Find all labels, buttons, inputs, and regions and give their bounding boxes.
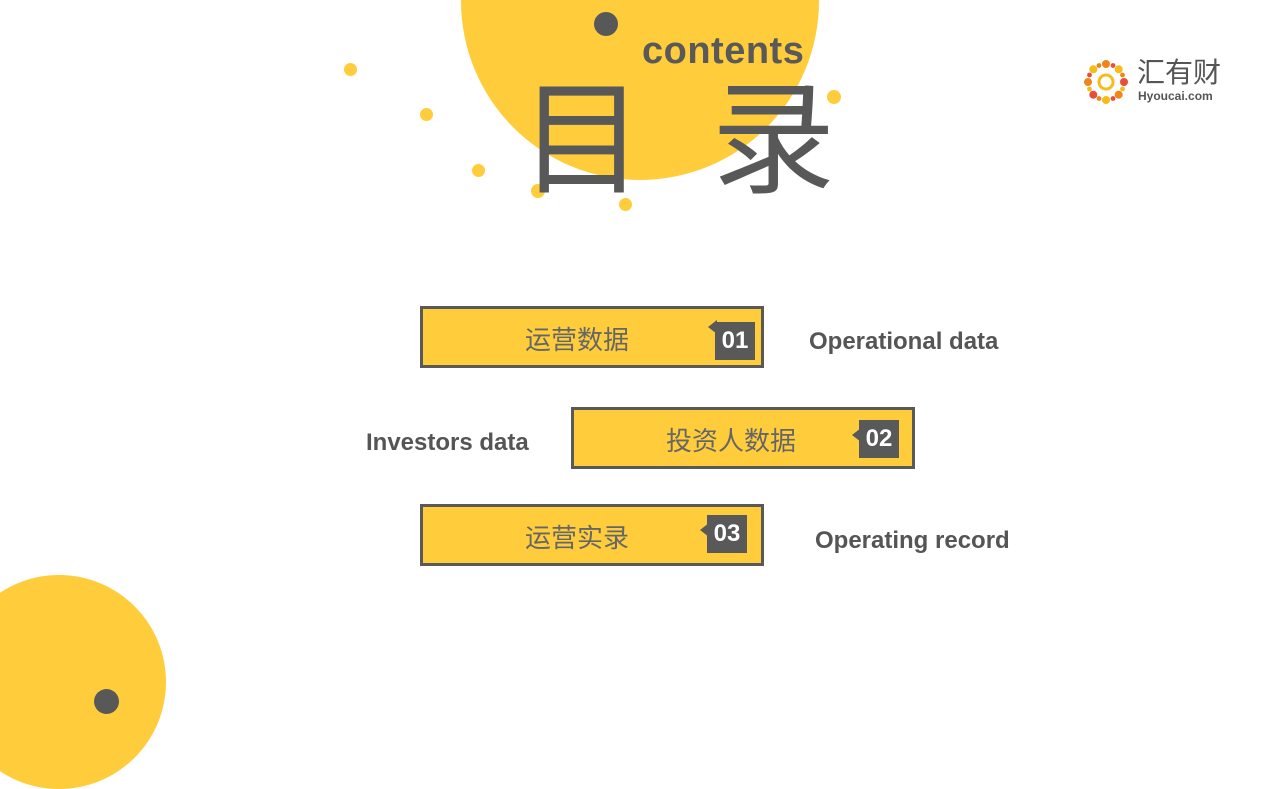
brand-name: 汇有财 — [1137, 57, 1222, 88]
number-badge: 02 — [859, 420, 899, 458]
menu-item-label: 运营实录 — [525, 523, 630, 553]
menu-item-label: 运营数据 — [525, 325, 630, 355]
menu-item-operating-record[interactable]: 运营实录 03 — [420, 504, 764, 566]
menu-item-english-label: Operational data — [809, 328, 999, 355]
decorative-dark-dot — [594, 12, 618, 36]
decorative-yellow-circle-bottom — [0, 575, 166, 789]
decorative-yellow-dot — [420, 108, 433, 121]
menu-item-operational-data[interactable]: 运营数据 01 — [420, 306, 764, 368]
number-badge: 01 — [715, 322, 755, 360]
decorative-yellow-dot — [344, 63, 357, 76]
sun-flower-logo-icon — [1082, 58, 1130, 106]
menu-item-english-label: Operating record — [815, 527, 1010, 554]
menu-item-investors-data[interactable]: 投资人数据 02 — [571, 407, 915, 469]
decorative-dark-dot — [94, 689, 119, 714]
menu-item-english-label: Investors data — [366, 429, 529, 456]
page-title: 目 录 — [520, 69, 850, 213]
menu-item-label: 投资人数据 — [666, 426, 797, 456]
brand-domain: Hyoucai.com — [1138, 89, 1213, 103]
number-badge: 03 — [707, 515, 747, 553]
decorative-yellow-dot — [472, 164, 485, 177]
brand-logo: 汇有财 Hyoucai.com — [1082, 56, 1232, 112]
